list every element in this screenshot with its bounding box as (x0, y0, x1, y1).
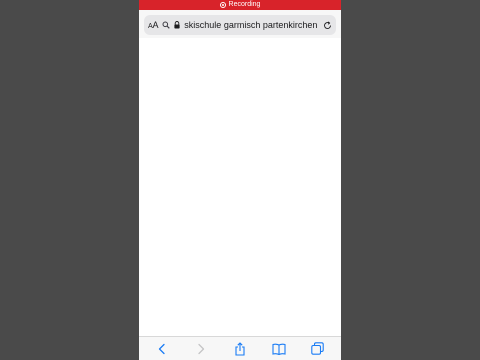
back-icon (157, 343, 167, 355)
share-button[interactable] (228, 339, 252, 359)
reader-label-large: A (152, 20, 159, 30)
phone-screen: Recording AA skischule garmisch partenki… (139, 0, 341, 360)
bookmarks-icon (272, 343, 286, 355)
web-content[interactable] (139, 38, 341, 336)
recording-indicator[interactable]: Recording (139, 0, 341, 10)
recording-label: Recording (228, 1, 261, 8)
tabs-icon (311, 342, 324, 355)
url-text: skischule garmisch partenkirchen (184, 20, 318, 30)
tabs-button[interactable] (306, 339, 330, 359)
forward-icon (196, 343, 206, 355)
search-icon (162, 21, 170, 29)
forward-button[interactable] (189, 339, 213, 359)
reload-icon[interactable] (323, 20, 332, 30)
back-button[interactable] (150, 339, 174, 359)
left-pillarbox (0, 0, 139, 360)
share-icon (234, 341, 246, 356)
lock-icon (174, 21, 180, 29)
bottom-toolbar (139, 336, 341, 360)
record-icon (219, 2, 226, 8)
bookmarks-button[interactable] (267, 339, 291, 359)
address-area: AA skischule garmisch partenkirchen (139, 10, 341, 38)
address-bar[interactable]: AA skischule garmisch partenkirchen (144, 15, 336, 35)
right-pillarbox (341, 0, 480, 360)
reader-mode-button[interactable]: AA (148, 20, 158, 30)
